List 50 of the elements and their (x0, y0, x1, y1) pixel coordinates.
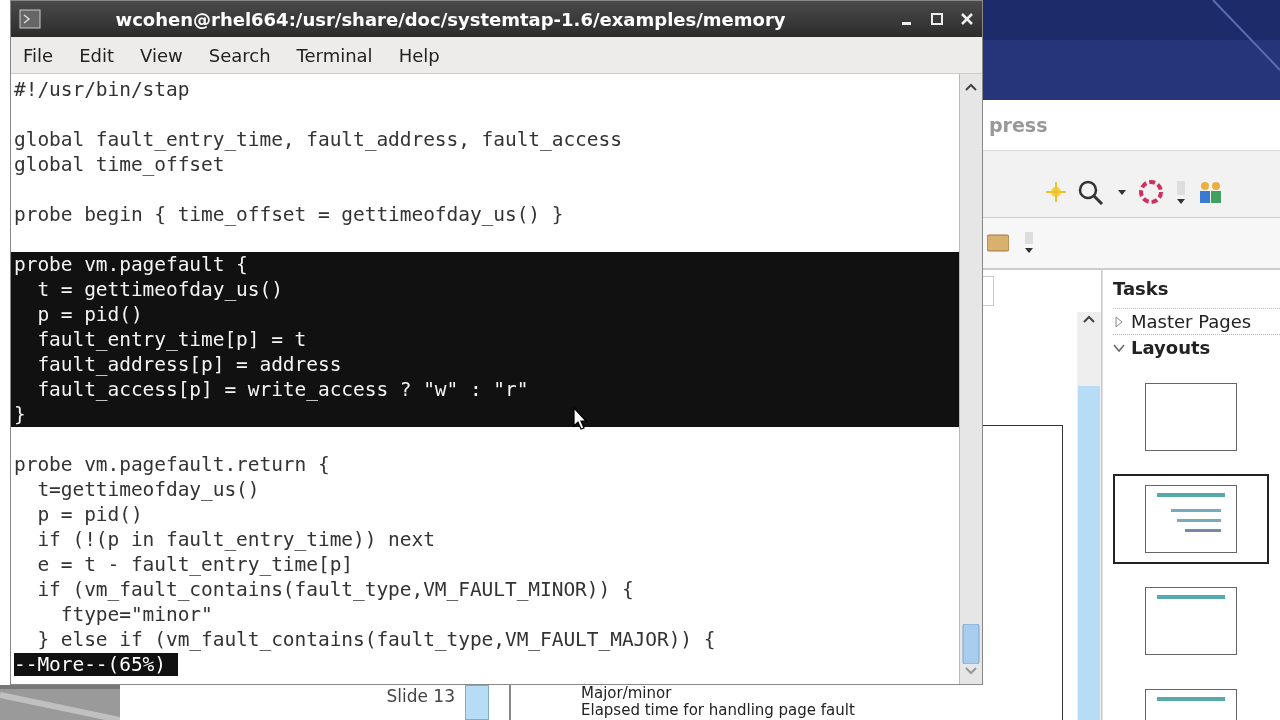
bullet-text: Major/minor (581, 685, 673, 702)
menu-item[interactable]: Edit (79, 44, 114, 66)
code-line: probe vm.pagefault.return { (14, 453, 330, 476)
panel-title: Tasks (1113, 277, 1170, 301)
code-line: global fault_entry_time, fault_address, fault_access (14, 128, 622, 151)
maximize-icon[interactable] (930, 12, 944, 26)
layout-option[interactable] (1113, 474, 1269, 564)
code-line: t = gettimeofday_us() (36, 278, 283, 301)
menu-item[interactable]: View (140, 44, 183, 66)
code-line: fault_access[p] = write_access ? "w" : "r" (36, 378, 529, 401)
code-line: if (!(p in fault_entry_time)) next (36, 528, 435, 551)
dropdown-icon[interactable] (1175, 179, 1187, 205)
code-line: e = t - fault_entry_time[p] (36, 553, 353, 576)
folder-icon[interactable] (987, 233, 1009, 253)
code-line: ftype="minor" (59, 603, 213, 626)
people-icon[interactable] (1197, 179, 1223, 205)
code-line: if (vm_fault_contains(fault_type,VM_FAULT_MINOR)) { (36, 578, 634, 601)
chevron-right-icon[interactable] (1113, 315, 1125, 328)
code-line: global time_offset (14, 153, 225, 176)
menu-item[interactable]: Terminal (296, 44, 373, 66)
scrollbar[interactable] (959, 74, 982, 684)
code-line: probe vm.pagefault { (14, 253, 248, 276)
window-title: press (989, 114, 1048, 136)
terminal-icon[interactable] (19, 9, 41, 29)
scroll-thumb[interactable] (1078, 386, 1100, 720)
slide-label: Slide 13 (385, 685, 455, 708)
pager-prompt: --More--(65%) (14, 653, 178, 676)
code-line: p = pid() (36, 503, 143, 526)
code-line: fault_address[p] = address (36, 353, 342, 376)
scroll-thumb-icon[interactable] (962, 624, 980, 664)
section-header[interactable]: Master Pages (1113, 308, 1280, 334)
code-line: } else if (vm_fault_contains(fault_type,VM_FAULT_MAJOR)) { (36, 628, 716, 651)
scroll-thumb[interactable] (465, 685, 489, 720)
lifebuoy-icon[interactable] (1137, 178, 1165, 206)
close-icon[interactable] (960, 12, 974, 26)
section-header[interactable]: Layouts (1113, 334, 1280, 360)
menu-item[interactable]: Help (398, 44, 440, 66)
code-line: probe begin { time_offset = gettimeofday_us() } (14, 203, 564, 226)
mouse-pointer-icon (573, 407, 587, 431)
window-title: wcohen@rhel664:/usr/share/doc/systemtap-1.6/examples/memory (114, 8, 787, 30)
bullet-text: Elapsed time for handling page fault (581, 702, 855, 719)
code-line: #!/usr/bin/stap (14, 78, 190, 101)
code-line: fault_entry_time[p] = t (36, 328, 307, 351)
code-line: t=gettimeofday_us() (36, 478, 260, 501)
code-line: } (14, 403, 26, 426)
caret-icon[interactable] (1117, 187, 1127, 197)
scrollbar[interactable] (1077, 312, 1101, 720)
code-line: p = pid() (36, 303, 143, 326)
menu-item[interactable]: File (23, 44, 54, 66)
menu-item[interactable]: Search (208, 44, 271, 66)
